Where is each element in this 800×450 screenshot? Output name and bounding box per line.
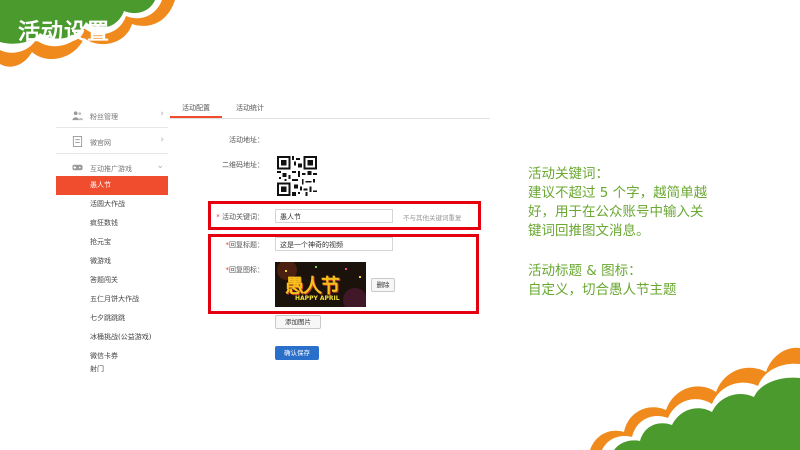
keyword-note-line: 建议不超过 5 个字，越简单越 bbox=[528, 185, 708, 201]
reply-title-label: *回复标题： bbox=[225, 241, 265, 249]
keyword-label: * 活动关键词： bbox=[216, 213, 264, 221]
delete-image-button[interactable]: 删除 bbox=[371, 278, 395, 292]
address-label: 活动地址： bbox=[229, 136, 264, 144]
sidebar-item[interactable]: 疯狂数钱 bbox=[56, 214, 168, 233]
sidebar-group-label: 微官网 bbox=[90, 139, 111, 147]
reply-image-thumbnail: 愚人节 HAPPY APRIL bbox=[275, 262, 366, 307]
sidebar-item[interactable]: 抢元宝 bbox=[56, 233, 168, 252]
sidebar-item[interactable]: 七夕跳跳跳 bbox=[56, 309, 168, 328]
sidebar-group-fans[interactable]: 粉丝管理 › bbox=[56, 104, 168, 128]
title-icon-note: 活动标题 & 图标： 自定义，切合愚人节主题 bbox=[528, 262, 758, 300]
active-tab-indicator bbox=[170, 116, 222, 118]
sidebar-item[interactable]: 五仁月饼大作战 bbox=[56, 290, 168, 309]
tab-bar: 活动配置 活动统计 bbox=[170, 100, 490, 119]
poster-headline: 愚人节 bbox=[285, 275, 340, 297]
sidebar-item-april-fools[interactable]: 愚人节 bbox=[56, 176, 168, 195]
keyword-hint: 不与其他关键词重复 bbox=[403, 214, 462, 222]
sidebar-group-label: 粉丝管理 bbox=[90, 113, 118, 121]
title-icon-note-line: 活动标题 & 图标： bbox=[528, 263, 642, 279]
sidebar-item[interactable]: 冰桶挑战(公益游戏) bbox=[56, 328, 168, 347]
reply-image-label: *回复图标： bbox=[225, 266, 265, 274]
users-icon bbox=[72, 111, 83, 121]
title-icon-note-line: 自定义，切合愚人节主题 bbox=[528, 282, 677, 298]
keyword-note: 活动关键词： 建议不超过 5 个字，越简单越 好，用于在公众账号中输入关 键词回… bbox=[528, 165, 758, 241]
sidebar-group-microsite[interactable]: 微官网 › bbox=[56, 130, 168, 154]
keyword-note-line: 键词回推图文消息。 bbox=[528, 223, 650, 239]
reply-title-label-text: 回复标题： bbox=[229, 241, 264, 249]
qr-label: 二维码地址： bbox=[222, 161, 264, 169]
sidebar-item[interactable]: 活圆大作战 bbox=[56, 195, 168, 214]
tab-statistics[interactable]: 活动统计 bbox=[236, 103, 264, 113]
keyword-note-line: 好，用于在公众账号中输入关 bbox=[528, 204, 704, 220]
sidebar-item[interactable]: 答题闯关 bbox=[56, 271, 168, 290]
chevron-right-icon: › bbox=[160, 135, 164, 145]
decorative-cloud-bottom-right bbox=[590, 347, 800, 450]
reply-title-input[interactable]: 这是一个神奇的视频 bbox=[275, 237, 393, 251]
keyword-input[interactable]: 愚人节 bbox=[275, 209, 393, 223]
sidebar-item[interactable]: 微游戏 bbox=[56, 252, 168, 271]
add-image-button[interactable]: 添加图片 bbox=[275, 315, 321, 329]
sidebar-group-label: 互动推广游戏 bbox=[90, 165, 132, 173]
qr-code bbox=[277, 156, 317, 196]
tab-config[interactable]: 活动配置 bbox=[182, 103, 210, 113]
save-button[interactable]: 确认保存 bbox=[275, 346, 319, 360]
sidebar: 粉丝管理 › 微官网 › 互动推广游戏 ⌄ 愚人节 活圆大作战 疯狂数钱 抢元宝… bbox=[56, 100, 168, 373]
reply-image-label-text: 回复图标： bbox=[229, 266, 264, 274]
sidebar-item[interactable]: 射门 bbox=[56, 363, 168, 375]
keyword-label-text: 活动关键词： bbox=[222, 213, 264, 221]
gamepad-icon bbox=[72, 164, 83, 171]
chevron-down-icon: ⌄ bbox=[156, 161, 164, 171]
keyword-note-line: 活动关键词： bbox=[528, 166, 609, 182]
slide-title: 活动设置 bbox=[18, 20, 111, 45]
chevron-right-icon: › bbox=[160, 109, 164, 119]
document-icon bbox=[72, 136, 83, 147]
poster-subline: HAPPY APRIL bbox=[295, 295, 340, 302]
